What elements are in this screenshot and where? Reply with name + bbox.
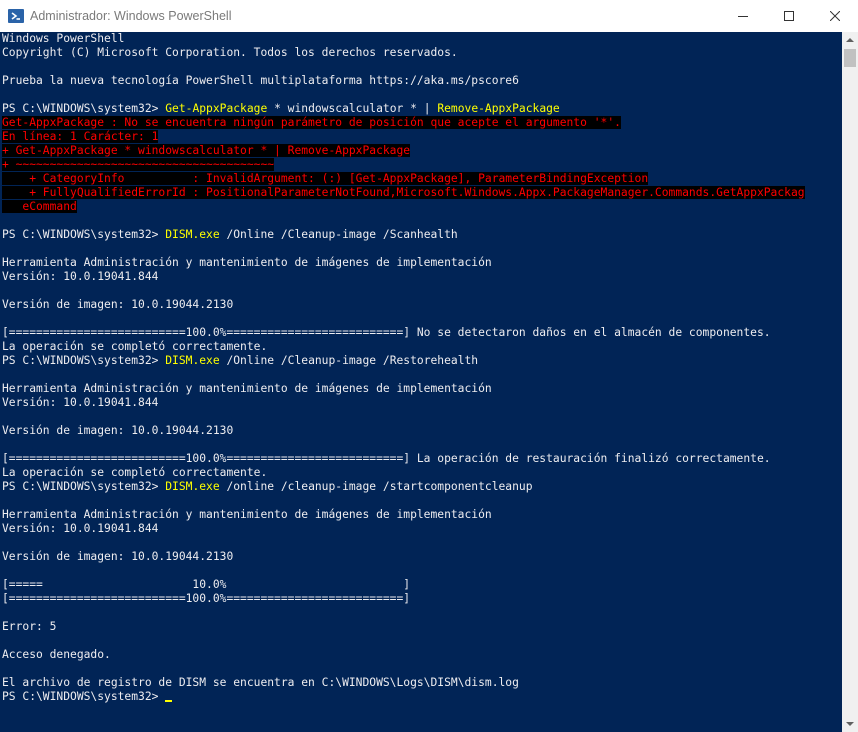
close-icon: [830, 11, 840, 21]
prompt-line: PS C:\WINDOWS\system32> DISM.exe /online…: [2, 480, 533, 494]
console-line: La operación se completó correctamente.: [2, 340, 268, 353]
chevron-down-icon: [846, 722, 854, 726]
prompt-line: PS C:\WINDOWS\system32> Get-AppxPackage …: [2, 102, 560, 116]
error-line: En línea: 1 Carácter: 1: [2, 130, 159, 143]
console-line: Acceso denegado.: [2, 648, 111, 661]
console-line: Versión de imagen: 10.0.19044.2130: [2, 550, 234, 563]
prompt-line: PS C:\WINDOWS\system32>: [2, 690, 173, 704]
console-line: Prueba la nueva tecnología PowerShell mu…: [2, 74, 519, 87]
command-args: /online /cleanup-image /startcomponentcl…: [219, 480, 533, 493]
minimize-icon: [738, 16, 748, 17]
console-line: Copyright (C) Microsoft Corporation. Tod…: [2, 46, 458, 59]
console-line: Versión: 10.0.19041.844: [2, 522, 159, 535]
scroll-up-button[interactable]: [842, 32, 858, 48]
console-line: Windows PowerShell: [2, 32, 125, 45]
command-args: /Online /Cleanup-image /Restorehealth: [219, 354, 479, 367]
close-button[interactable]: [812, 0, 858, 32]
command-name: DISM.exe: [165, 354, 220, 367]
progress-line: [===== 10.0% ]: [2, 578, 411, 591]
error-line: + CategoryInfo : InvalidArgument: (:) [G…: [2, 172, 649, 185]
prompt: PS C:\WINDOWS\system32>: [2, 228, 166, 241]
title-bar[interactable]: Administrador: Windows PowerShell: [0, 0, 858, 32]
command-args: * windowscalculator * |: [267, 102, 438, 115]
window-title: Administrador: Windows PowerShell: [30, 9, 232, 23]
prompt: PS C:\WINDOWS\system32>: [2, 102, 166, 115]
console-line: Herramienta Administración y mantenimien…: [2, 382, 492, 395]
command-name: DISM.exe: [165, 228, 220, 241]
console-line: El archivo de registro de DISM se encuen…: [2, 676, 519, 689]
error-line: + FullyQualifiedErrorId : PositionalPara…: [2, 186, 805, 199]
console-line: Versión de imagen: 10.0.19044.2130: [2, 298, 234, 311]
console-line: Herramienta Administración y mantenimien…: [2, 256, 492, 269]
console-line: La operación se completó correctamente.: [2, 466, 268, 479]
maximize-icon: [784, 11, 794, 21]
minimize-button[interactable]: [720, 0, 766, 32]
console-line: Versión: 10.0.19041.844: [2, 270, 159, 283]
vertical-scrollbar[interactable]: [842, 32, 858, 732]
powershell-icon: [8, 9, 24, 23]
error-line: + ~~~~~~~~~~~~~~~~~~~~~~~~~~~~~~~~~~~~~~: [2, 158, 275, 171]
prompt: PS C:\WINDOWS\system32>: [2, 354, 166, 367]
command-args: /Online /Cleanup-image /Scanhealth: [219, 228, 458, 241]
error-line: + Get-AppxPackage * windowscalculator * …: [2, 144, 411, 157]
error-line: eCommand: [2, 200, 77, 213]
prompt-line: PS C:\WINDOWS\system32> DISM.exe /Online…: [2, 228, 458, 242]
prompt: PS C:\WINDOWS\system32>: [2, 480, 166, 493]
console-line: Versión: 10.0.19041.844: [2, 396, 159, 409]
console-line: Herramienta Administración y mantenimien…: [2, 508, 492, 521]
command-name: Remove-AppxPackage: [437, 102, 560, 115]
prompt-line: PS C:\WINDOWS\system32> DISM.exe /Online…: [2, 354, 478, 368]
progress-line: [==========================100.0%=======…: [2, 452, 771, 465]
text-cursor: [165, 700, 173, 702]
console-line: Versión de imagen: 10.0.19044.2130: [2, 424, 234, 437]
scroll-down-button[interactable]: [842, 716, 858, 732]
powershell-window: Administrador: Windows PowerShell Window…: [0, 0, 858, 732]
error-line: Get-AppxPackage : No se encuentra ningún…: [2, 116, 621, 129]
scrollbar-thumb[interactable]: [844, 49, 856, 67]
chevron-up-icon: [846, 38, 854, 42]
command-name: Get-AppxPackage: [165, 102, 268, 115]
progress-line: [==========================100.0%=======…: [2, 592, 411, 605]
console-output[interactable]: Windows PowerShell Copyright (C) Microso…: [0, 32, 842, 732]
progress-line: [==========================100.0%=======…: [2, 326, 771, 339]
prompt: PS C:\WINDOWS\system32>: [2, 690, 166, 703]
maximize-button[interactable]: [766, 0, 812, 32]
command-name: DISM.exe: [165, 480, 220, 493]
console-line: Error: 5: [2, 620, 57, 633]
